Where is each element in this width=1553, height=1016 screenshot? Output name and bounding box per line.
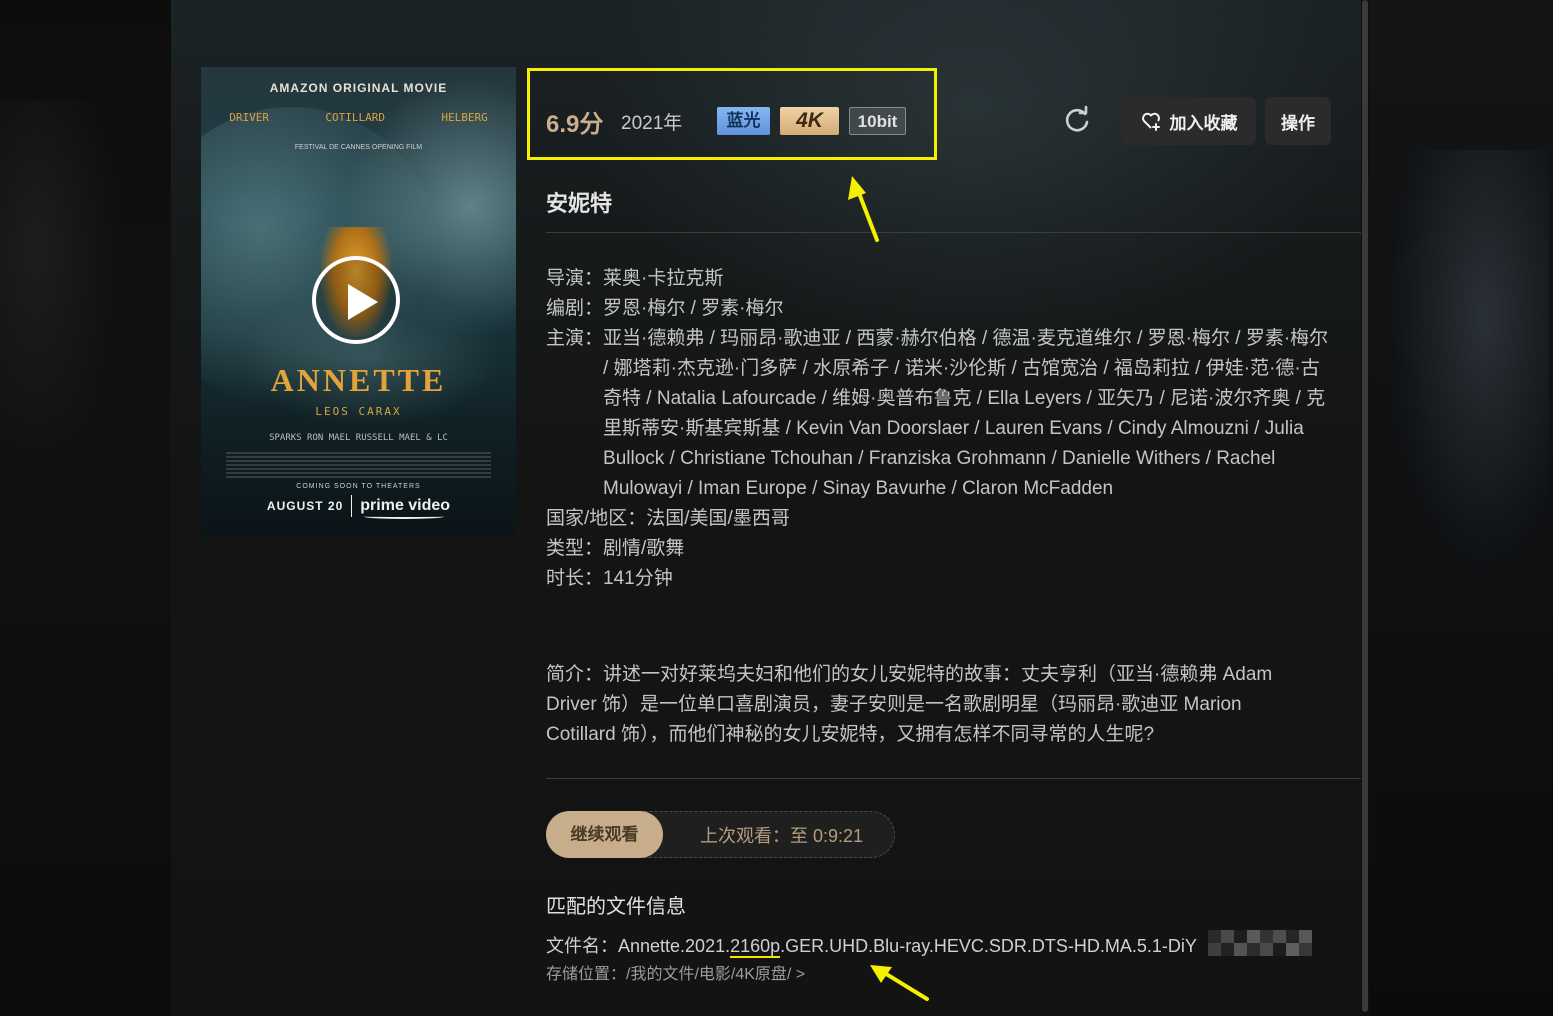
poster-actor: DRIVER (229, 111, 269, 124)
cast-row: 主演： 亚当·德赖弗 / 玛丽昂·歌迪亚 / 西蒙·赫尔伯格 / 德温·麦克道维… (546, 324, 1336, 504)
genre-row: 类型： 剧情/歌舞 (546, 534, 1336, 564)
add-favorite-label: 加入收藏 (1169, 113, 1238, 133)
genre-value: 剧情/歌舞 (603, 538, 685, 559)
file-info-heading: 匹配的文件信息 (546, 896, 686, 918)
annotation-highlight-box (527, 68, 937, 160)
director-value[interactable]: 莱奥·卡拉克斯 (603, 264, 723, 294)
poster-actor: COTILLARD (325, 111, 385, 124)
scrollbar-thumb[interactable] (1362, 0, 1368, 1012)
poster-brand-logo: prime video (360, 497, 451, 519)
director-label: 导演： (546, 268, 604, 289)
file-name-resolution: 2160p (730, 936, 781, 958)
refresh-icon (1065, 105, 1089, 132)
background-right (1369, 0, 1553, 1016)
add-favorite-button[interactable]: 加入收藏 (1121, 97, 1256, 145)
writer-value[interactable]: 罗恩·梅尔 / 罗素·梅尔 (603, 294, 784, 324)
poster-director: LEOS CARAX (315, 405, 402, 418)
heart-plus-icon (1141, 112, 1160, 131)
movie-title: 安妮特 (546, 191, 613, 216)
play-icon (348, 284, 378, 320)
last-watched-position: 上次观看：至 0:9:21 (700, 826, 864, 846)
poster-top-text: AMAZON ORIGINAL MOVIE (269, 81, 448, 95)
genre-label: 类型： (546, 538, 604, 559)
poster-release: AUGUST 20 prime video (201, 495, 516, 519)
poster-credits: SPARKS RON MAEL RUSSELL MAEL & LC (269, 433, 448, 443)
runtime-row: 时长： 141分钟 (546, 564, 1336, 594)
storage-location-link[interactable]: 存储位置：/我的文件/电影/4K原盘/ > (546, 960, 805, 984)
divider (546, 778, 1361, 779)
country-row: 国家/地区： 法国/美国/墨西哥 (546, 504, 1336, 534)
country-label: 国家/地区： (546, 508, 647, 529)
poster-date: AUGUST 20 (266, 499, 344, 513)
runtime-value: 141分钟 (603, 568, 673, 589)
poster-fine-print (226, 452, 491, 480)
divider (546, 232, 1361, 233)
writer-row: 编剧： 罗恩·梅尔 / 罗素·梅尔 (546, 294, 1336, 324)
poster-actor: HELBERG (441, 111, 488, 124)
play-button[interactable] (312, 256, 400, 344)
background-left (0, 0, 171, 1016)
operations-button[interactable]: 操作 (1265, 97, 1331, 145)
country-value: 法国/美国/墨西哥 (646, 508, 790, 529)
poster-title: ANNETTE (270, 362, 447, 398)
file-name: 文件名：Annette.2021.2160p.GER.UHD.Blu-ray.H… (546, 932, 1197, 958)
runtime-label: 时长： (546, 568, 604, 589)
file-name-suffix: .GER.UHD.Blu-ray.HEVC.SDR.DTS-HD.MA.5.1-… (780, 936, 1197, 956)
poster-actor-names: DRIVER COTILLARD HELBERG (201, 111, 516, 124)
poster-separator (351, 495, 353, 517)
cast-value[interactable]: 亚当·德赖弗 / 玛丽昂·歌迪亚 / 西蒙·赫尔伯格 / 德温·麦克道维尔 / … (603, 324, 1336, 504)
redacted-text (1208, 930, 1312, 956)
director-row: 导演： 莱奥·卡拉克斯 (546, 264, 1336, 294)
synopsis: 简介：讲述一对好莱坞夫妇和他们的女儿安妮特的故事：丈夫亨利（亚当·德赖弗 Ada… (546, 664, 1273, 745)
poster-coming: COMING SOON TO THEATERS (296, 483, 421, 490)
cast-label: 主演： (546, 328, 604, 349)
file-name-prefix: 文件名：Annette.2021. (546, 936, 731, 956)
movie-info: 导演： 莱奥·卡拉克斯 编剧： 罗恩·梅尔 / 罗素·梅尔 主演： 亚当·德赖弗… (546, 264, 1336, 594)
poster-festival: FESTIVAL DE CANNES OPENING FILM (294, 144, 423, 151)
writer-label: 编剧： (546, 298, 604, 319)
continue-watching-button[interactable]: 继续观看 (546, 811, 663, 858)
refresh-button[interactable] (1061, 104, 1093, 136)
